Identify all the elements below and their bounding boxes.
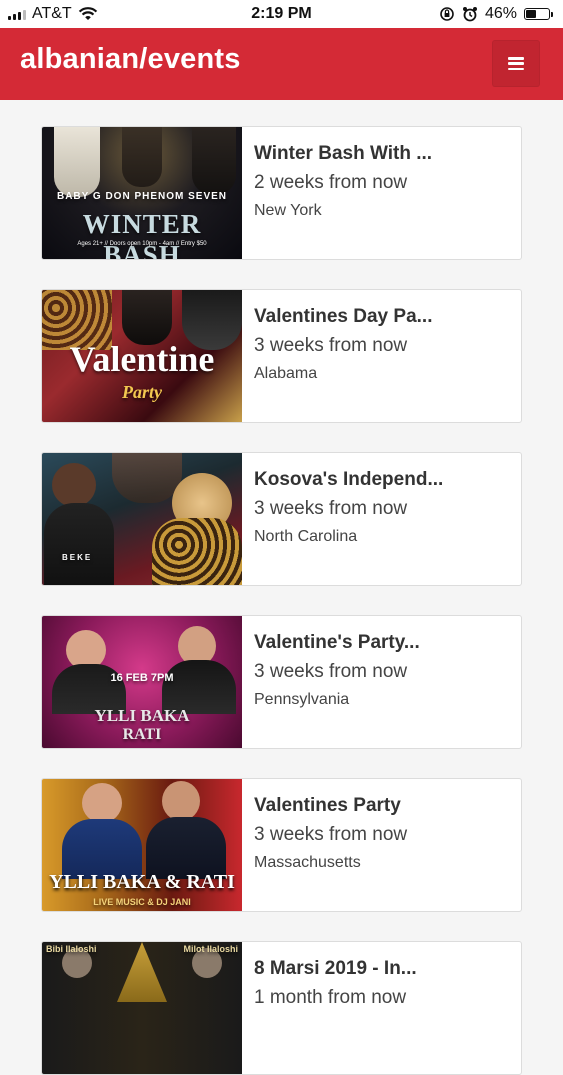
event-poster[interactable]: BABY G DON PHENOM SEVEN WINTER BASH Ages…: [42, 127, 242, 259]
event-poster[interactable]: Bibi Ilaloshi Milot Ilaloshi: [42, 942, 242, 1074]
event-title[interactable]: Valentines Day Pa...: [254, 306, 513, 328]
alarm-clock-icon: [462, 7, 477, 22]
app-header: albanian/events: [0, 28, 563, 100]
battery-icon: [524, 8, 553, 20]
poster-headline: YLLI BAKA: [94, 706, 190, 725]
event-poster[interactable]: 16 FEB 7PM YLLI BAKA RATI: [42, 616, 242, 748]
event-time: 3 weeks from now: [254, 498, 408, 519]
event-time: 3 weeks from now: [254, 335, 408, 356]
event-card[interactable]: BEKE Kosova's Independ... 3 weeks from n…: [41, 452, 522, 586]
event-location: Alabama: [254, 365, 318, 382]
poster-name-right: Milot Ilaloshi: [183, 944, 238, 954]
event-location: North Carolina: [254, 528, 358, 545]
brand-logo[interactable]: albanian/events: [20, 43, 241, 76]
event-time: 3 weeks from now: [254, 661, 408, 682]
event-card[interactable]: YLLI BAKA & RATI LIVE MUSIC & DJ JANI Va…: [41, 778, 522, 912]
poster-headline: YLLI BAKA & RATI: [49, 871, 235, 893]
poster-headline: Valentine: [69, 339, 215, 379]
event-poster[interactable]: Valentine Party: [42, 290, 242, 422]
poster-headline: WINTER BASH: [82, 209, 202, 259]
event-time: 2 weeks from now: [254, 172, 408, 193]
event-time: 3 weeks from now: [254, 824, 408, 845]
event-title[interactable]: Kosova's Independ...: [254, 469, 513, 491]
event-title[interactable]: Valentines Party: [254, 795, 513, 817]
event-location: Massachusetts: [254, 854, 361, 871]
battery-percentage: 46%: [484, 5, 517, 22]
event-title[interactable]: 8 Marsi 2019 - In...: [254, 958, 513, 980]
event-location: Pennsylvania: [254, 691, 350, 708]
menu-button[interactable]: [492, 40, 540, 87]
event-card[interactable]: Bibi Ilaloshi Milot Ilaloshi 8 Marsi 201…: [41, 941, 522, 1075]
event-poster[interactable]: YLLI BAKA & RATI LIVE MUSIC & DJ JANI: [42, 779, 242, 911]
poster-subline: RATI: [122, 726, 162, 743]
orientation-lock-icon: [440, 7, 454, 21]
event-time: 1 month from now: [254, 987, 407, 1008]
event-title[interactable]: Winter Bash With ...: [254, 143, 513, 165]
event-poster[interactable]: BEKE: [42, 453, 242, 585]
poster-subline: Party: [122, 382, 162, 402]
event-location: New York: [254, 202, 322, 219]
poster-details: Ages 21+ // Doors open 10pm - 4am // Ent…: [77, 241, 207, 247]
event-card[interactable]: BABY G DON PHENOM SEVEN WINTER BASH Ages…: [41, 126, 522, 260]
event-title[interactable]: Valentine's Party...: [254, 632, 513, 654]
poster-name: BEKE: [62, 553, 93, 562]
poster-date: 16 FEB 7PM: [110, 672, 174, 684]
poster-subline: LIVE MUSIC & DJ JANI: [93, 897, 191, 907]
event-card[interactable]: 16 FEB 7PM YLLI BAKA RATI Valentine's Pa…: [41, 615, 522, 749]
event-card[interactable]: Valentine Party Valentines Day Pa... 3 w…: [41, 289, 522, 423]
poster-artists: BABY G DON PHENOM SEVEN: [56, 191, 228, 202]
status-bar: AT&T 2:19 PM 46%: [0, 0, 563, 28]
hamburger-icon: [508, 57, 524, 70]
poster-name-left: Bibi Ilaloshi: [46, 944, 97, 954]
